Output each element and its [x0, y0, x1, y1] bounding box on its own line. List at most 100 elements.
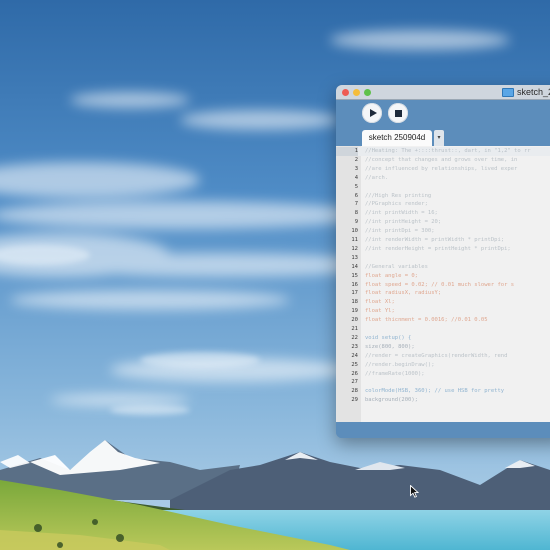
line-number: 9: [354, 219, 358, 226]
code-line[interactable]: 16 float speed = 0.02; // 0.01 much slowe…: [336, 281, 550, 290]
line-number: 3: [354, 165, 358, 172]
code-text: float radiusX, radiusY;: [365, 290, 442, 297]
line-number: 24: [351, 352, 358, 359]
line-number: 5: [354, 183, 358, 190]
toolbar: [336, 100, 550, 130]
code-line[interactable]: 22 void setup() {: [336, 334, 550, 343]
close-window-button[interactable]: [342, 89, 349, 96]
tab-menu-chevron-icon[interactable]: ▾: [434, 130, 444, 146]
code-line[interactable]: 5: [336, 183, 550, 192]
stop-button[interactable]: [388, 103, 408, 123]
code-text: background(200);: [365, 397, 418, 404]
code-text: //render = createGraphics(renderWidth, r…: [365, 352, 508, 359]
code-line[interactable]: 7 //PGraphics render;: [336, 200, 550, 209]
code-text: //frameRate(1000);: [365, 370, 425, 377]
code-line[interactable]: 27: [336, 378, 550, 387]
code-text: size(800, 800);: [365, 343, 415, 350]
window-title-group: sketch_2: [502, 86, 550, 98]
line-number: 2: [354, 156, 358, 163]
code-text: //arch.: [365, 174, 389, 181]
line-number: 8: [354, 210, 358, 217]
code-line[interactable]: 4 //arch.: [336, 174, 550, 183]
line-number: 10: [351, 228, 358, 235]
code-line[interactable]: 21: [336, 325, 550, 334]
line-number: 26: [351, 370, 358, 377]
code-line[interactable]: 24 //render = createGraphics(renderWidth…: [336, 352, 550, 361]
code-text: colorMode(HSB, 360); // use HSB for pret…: [365, 388, 505, 395]
line-number: 14: [351, 263, 358, 270]
code-text: //int renderHeight = printHeight * print…: [365, 245, 511, 252]
code-line[interactable]: 25 //render.beginDraw();: [336, 361, 550, 370]
code-line[interactable]: 28 colorMode(HSB, 360); // use HSB for p…: [336, 387, 550, 396]
minimize-window-button[interactable]: [353, 89, 360, 96]
code-line[interactable]: 17 float radiusX, radiusY;: [336, 289, 550, 298]
code-line[interactable]: 23 size(800, 800);: [336, 343, 550, 352]
play-icon: [369, 109, 377, 117]
code-text: //Heating: The +::::thrust::, dart, in "…: [365, 148, 531, 154]
line-number: 18: [351, 299, 358, 306]
code-line[interactable]: 1 //Heating: The +::::thrust::, dart, in …: [336, 147, 550, 156]
window-title: sketch_2: [517, 87, 550, 97]
code-text: //int printDpi = 300;: [365, 228, 435, 235]
line-number: 13: [351, 254, 358, 261]
line-number: 25: [351, 361, 358, 368]
code-text: float Xl;: [365, 299, 395, 306]
document-icon: [502, 87, 514, 97]
code-line[interactable]: 10 //int printDpi = 300;: [336, 227, 550, 236]
maximize-window-button[interactable]: [364, 89, 371, 96]
code-line[interactable]: 9 //int printHeight = 20;: [336, 218, 550, 227]
code-line[interactable]: 11 //int renderWidth = printWidth * print…: [336, 236, 550, 245]
line-number: 6: [354, 192, 358, 199]
code-text: float speed = 0.02; // 0.01 much slower …: [365, 281, 515, 288]
code-text: ///High Res printing: [365, 192, 432, 199]
tab-sketch[interactable]: sketch 250904d: [362, 130, 432, 146]
line-number: 16: [351, 281, 358, 288]
line-number: 7: [354, 201, 358, 208]
code-line[interactable]: 29 background(200);: [336, 396, 550, 405]
processing-ide-window: sketch_2 sketch 250904d ▾ 1 //Heating: Th…: [336, 85, 550, 438]
tab-bar: sketch 250904d ▾: [336, 130, 550, 146]
line-number: 11: [351, 237, 358, 243]
code-editor[interactable]: 1 //Heating: The +::::thrust::, dart, in …: [336, 146, 550, 422]
line-number: 21: [351, 326, 358, 332]
line-number: 23: [351, 343, 358, 350]
code-line[interactable]: 20 float thicnment = 0.0016; //0.01 0.05: [336, 316, 550, 325]
code-line[interactable]: 3 //are influenced by relationships, live…: [336, 165, 550, 174]
code-text: //int printHeight = 20;: [365, 219, 442, 226]
stop-icon: [394, 109, 402, 117]
code-text: //render.beginDraw();: [365, 361, 435, 368]
code-text: //concept that changes and grows over ti…: [365, 156, 518, 163]
code-line[interactable]: 19 float Yl;: [336, 307, 550, 316]
code-text: void setup() {: [365, 334, 412, 341]
line-number: 28: [351, 388, 358, 395]
run-button[interactable]: [362, 103, 382, 123]
line-number: 19: [351, 308, 358, 315]
line-number: 22: [351, 334, 358, 341]
status-bar: [336, 422, 550, 438]
line-number: 12: [351, 245, 358, 252]
title-bar: sketch_2: [336, 85, 550, 100]
code-line[interactable]: 6 ///High Res printing: [336, 192, 550, 201]
code-text: //int printWidth = 16;: [365, 210, 438, 217]
code-text: float thicnment = 0.0016; //0.01 0.05: [365, 317, 488, 324]
line-number: 4: [354, 174, 358, 181]
code-line[interactable]: 12 //int renderHeight = printHeight * pri…: [336, 245, 550, 254]
code-line[interactable]: 2 //concept that changes and grows over t…: [336, 156, 550, 165]
line-number: 29: [351, 397, 358, 404]
code-line[interactable]: 13: [336, 254, 550, 263]
code-text: float Yl;: [365, 308, 395, 315]
code-text: //are influenced by relationships, lived…: [365, 165, 518, 172]
line-number: 17: [351, 290, 358, 297]
line-number: 15: [351, 272, 358, 279]
code-line[interactable]: 8 //int printWidth = 16;: [336, 209, 550, 218]
code-line[interactable]: 26 //frameRate(1000);: [336, 370, 550, 379]
code-text: //PGraphics render;: [365, 201, 428, 208]
code-text: float angle = 0;: [365, 272, 418, 279]
code-line[interactable]: 18 float Xl;: [336, 298, 550, 307]
code-text: //General variables: [365, 263, 428, 270]
code-text: //int renderWidth = printWidth * printDp…: [365, 237, 505, 243]
line-number: 1: [336, 147, 358, 156]
code-line[interactable]: 15 float angle = 0;: [336, 272, 550, 281]
code-line[interactable]: 14 //General variables: [336, 263, 550, 272]
mouse-pointer-icon: [410, 484, 420, 503]
